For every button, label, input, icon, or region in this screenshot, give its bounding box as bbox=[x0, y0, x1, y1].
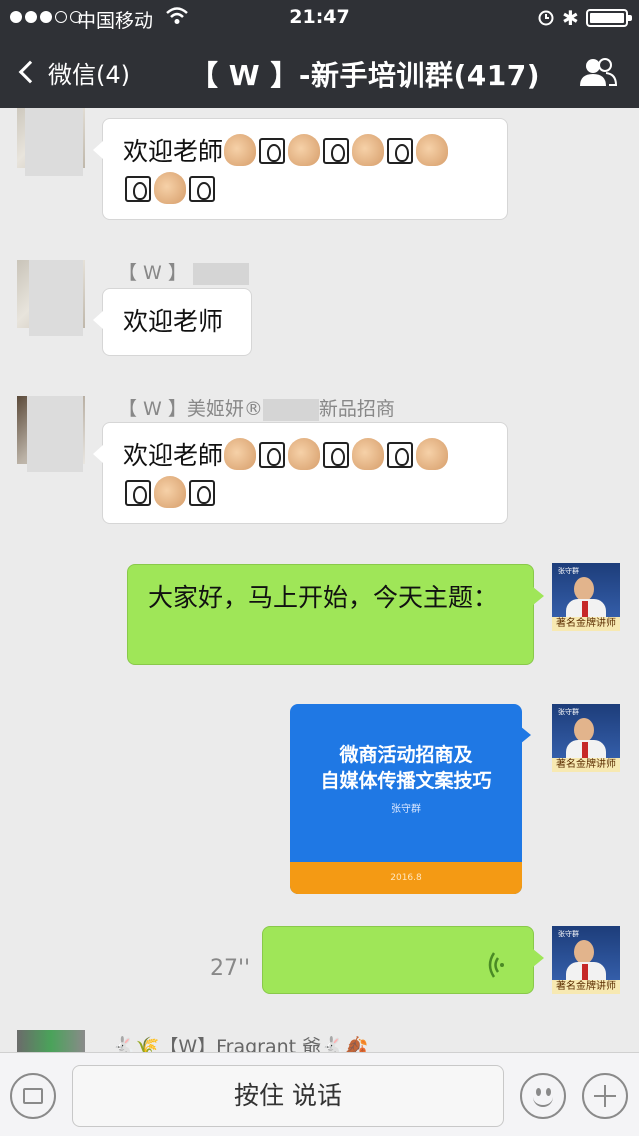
clap-emoji-icon bbox=[224, 438, 257, 470]
alien-emoji-icon bbox=[125, 480, 151, 506]
clap-emoji-icon bbox=[288, 438, 321, 470]
sender-name: 【 W 】美姬妍® 新品招商 bbox=[118, 398, 395, 421]
avatar[interactable] bbox=[17, 396, 85, 472]
alien-emoji-icon bbox=[387, 442, 414, 468]
clap-emoji-icon bbox=[288, 134, 321, 166]
image-title-line2: 自媒体传播文案技巧 bbox=[320, 770, 492, 792]
image-author: 张守群 bbox=[391, 804, 421, 815]
keyboard-icon bbox=[23, 1088, 43, 1104]
message-bubble[interactable]: 欢迎老師 bbox=[93, 422, 508, 524]
keyboard-toggle-button[interactable] bbox=[10, 1073, 56, 1119]
image-title-line1: 微商活动招商及 bbox=[339, 744, 473, 766]
message-text: 欢迎老师 bbox=[123, 307, 224, 336]
clap-emoji-icon bbox=[416, 438, 449, 470]
alien-emoji-icon bbox=[189, 176, 215, 202]
message-text: 大家好，马上开始，今天主题： bbox=[148, 583, 499, 612]
alien-emoji-icon bbox=[259, 138, 286, 164]
alien-emoji-icon bbox=[259, 442, 286, 468]
message-bubble[interactable]: 欢迎老師 bbox=[93, 118, 508, 220]
clap-emoji-icon bbox=[154, 172, 186, 204]
clap-emoji-icon bbox=[352, 134, 385, 166]
sender-name: 🐇🌾【W】Fragrant 爺🐇🍂 bbox=[112, 1036, 369, 1052]
nav-bar: 微信(4) 【 W 】-新手培训群(417) bbox=[0, 36, 639, 108]
image-footer: 2016.8 bbox=[290, 862, 522, 894]
more-button[interactable] bbox=[582, 1073, 628, 1119]
image-message[interactable]: 微商活动招商及 自媒体传播文案技巧 张守群 2016.8 bbox=[290, 704, 522, 894]
sender-name: 【 W 】 bbox=[118, 258, 249, 285]
input-bar: 按住 说话 bbox=[0, 1052, 639, 1136]
clap-emoji-icon bbox=[416, 134, 449, 166]
avatar[interactable] bbox=[17, 260, 85, 336]
bluetooth-icon: ✱ bbox=[562, 6, 579, 30]
clap-emoji-icon bbox=[224, 134, 257, 166]
alien-emoji-icon bbox=[323, 138, 350, 164]
clap-emoji-icon bbox=[352, 438, 385, 470]
chat-area[interactable]: 欢迎老師 【 W 】 欢迎老师 【 W 】美姬妍® 新品招商 欢迎老師 张守群 著… bbox=[0, 108, 639, 1052]
voice-duration: 27'' bbox=[210, 956, 251, 981]
battery-icon bbox=[586, 9, 632, 27]
chat-title: 【 W 】-新手培训群(417) bbox=[190, 59, 541, 92]
clap-emoji-icon bbox=[154, 476, 186, 508]
alarm-icon bbox=[538, 10, 554, 26]
hold-to-talk-button[interactable]: 按住 说话 bbox=[72, 1065, 504, 1127]
voice-wave-icon bbox=[488, 952, 504, 978]
message-text: 欢迎老師 bbox=[123, 441, 224, 470]
alien-emoji-icon bbox=[189, 480, 215, 506]
status-bar: 中国移动 21:47 ✱ bbox=[0, 0, 639, 36]
back-button[interactable]: 微信(4) bbox=[16, 52, 130, 92]
avatar[interactable] bbox=[17, 108, 85, 176]
my-avatar[interactable]: 张守群 著名金牌讲师 bbox=[552, 563, 620, 631]
chevron-left-icon bbox=[18, 60, 42, 84]
message-bubble[interactable]: 欢迎老师 bbox=[93, 288, 252, 356]
back-label: 微信(4) bbox=[48, 60, 130, 89]
my-avatar[interactable]: 张守群 著名金牌讲师 bbox=[552, 704, 620, 772]
group-members-icon[interactable] bbox=[578, 56, 618, 88]
alien-emoji-icon bbox=[323, 442, 350, 468]
top-bar: 中国移动 21:47 ✱ 微信(4) 【 W 】-新手培训群(417) bbox=[0, 0, 639, 108]
alien-emoji-icon bbox=[125, 176, 151, 202]
avatar[interactable] bbox=[17, 1030, 85, 1052]
my-avatar[interactable]: 张守群 著名金牌讲师 bbox=[552, 926, 620, 994]
alien-emoji-icon bbox=[387, 138, 414, 164]
message-bubble[interactable]: 大家好，马上开始，今天主题： bbox=[127, 564, 544, 665]
emoji-button[interactable] bbox=[520, 1073, 566, 1119]
message-text: 欢迎老師 bbox=[123, 137, 224, 166]
